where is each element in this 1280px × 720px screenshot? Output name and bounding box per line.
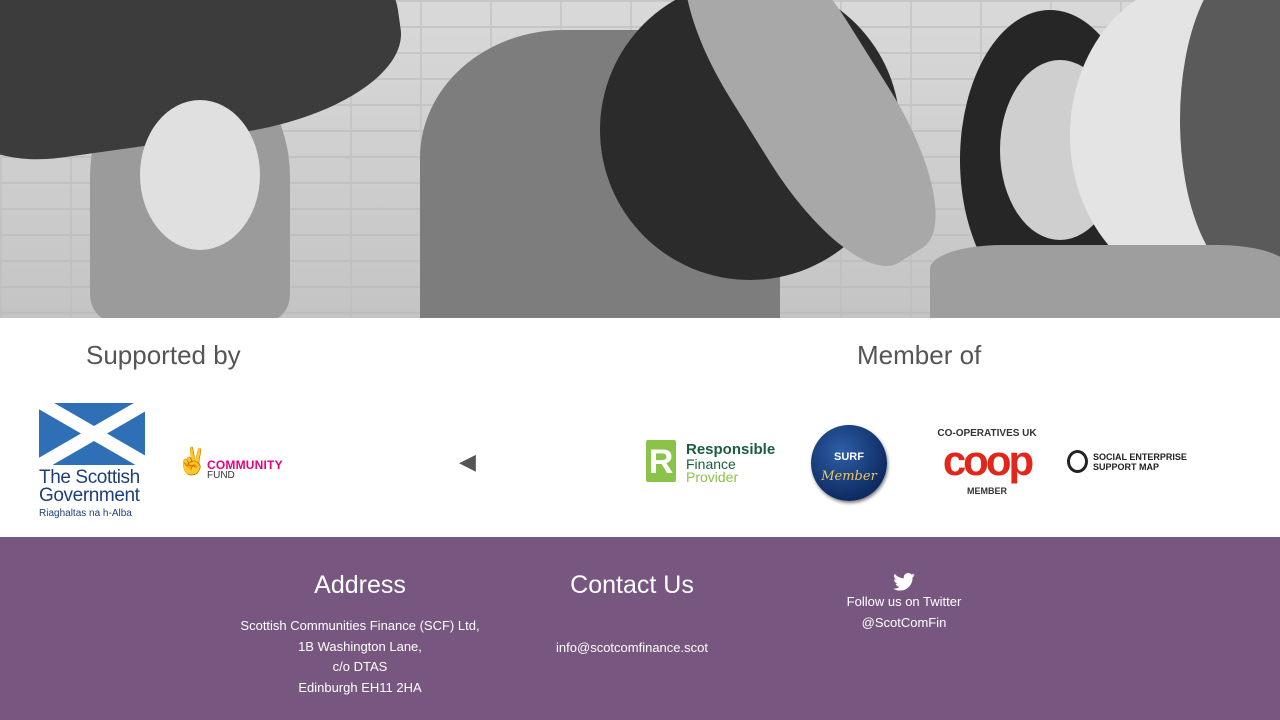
address-column: Address Scottish Communities Finance (SC…: [220, 571, 500, 699]
sesm-ring-icon: [1067, 450, 1088, 473]
social-enterprise-support-map-logo[interactable]: SOCIAL ENTERPRISE SUPPORT MAP: [1067, 450, 1191, 474]
address-line: Edinburgh EH11 2HA: [298, 680, 422, 696]
surf-line2: Member: [821, 469, 877, 484]
scottish-government-logo[interactable]: The Scottish Government Riaghaltas na h-…: [39, 403, 145, 519]
person-left-face: [140, 100, 260, 250]
twitter-icon[interactable]: [893, 573, 915, 591]
sesm-line2: SUPPORT MAP: [1093, 462, 1160, 472]
supported-by-heading: Supported by: [86, 340, 241, 370]
scottish-gov-line3: Riaghaltas na h-Alba: [39, 508, 132, 519]
contact-column: Contact Us info@scotcomfinance.scot: [532, 571, 732, 655]
twitter-column: Follow us on Twitter @ScotComFin: [804, 573, 1004, 633]
surf-member-logo[interactable]: SURF Member: [811, 425, 887, 501]
rfp-line3: Provider: [686, 469, 739, 485]
hero-image: [0, 0, 1280, 318]
community-fund-line2: FUND: [207, 470, 235, 481]
community-fund-logo[interactable]: ✌ COMMUNITY FUND: [176, 444, 288, 482]
surf-line1: SURF: [834, 451, 864, 463]
coop-line2: coop: [942, 437, 1034, 484]
contact-email-link[interactable]: info@scotcomfinance.scot: [532, 640, 732, 655]
contact-heading: Contact Us: [570, 571, 694, 599]
crossed-fingers-icon: ✌: [176, 446, 209, 476]
responsible-finance-r-icon: R: [646, 440, 676, 482]
address-heading: Address: [314, 571, 406, 599]
responsible-finance-logo[interactable]: R Responsible Finance Provider: [646, 440, 775, 485]
sesm-line1: SOCIAL ENTERPRISE: [1093, 452, 1187, 462]
sweater: [930, 245, 1280, 318]
coop-member-logo[interactable]: CO-OPERATIVES UK coop MEMBER: [926, 428, 1048, 498]
member-of-heading: Member of: [857, 340, 982, 370]
footer: Address Scottish Communities Finance (SC…: [0, 537, 1280, 720]
twitter-handle-link[interactable]: @ScotComFin: [804, 612, 1004, 633]
twitter-follow-link[interactable]: Follow us on Twitter: [804, 591, 1004, 612]
saltire-flag-icon: [39, 403, 145, 465]
scottish-gov-line2: Government: [39, 485, 140, 506]
address-line: c/o DTAS: [332, 659, 388, 675]
address-line: Scottish Communities Finance (SCF) Ltd,: [240, 618, 480, 633]
carousel-prev-arrow-icon[interactable]: ◀: [459, 450, 476, 474]
coop-line3: MEMBER: [967, 486, 1007, 496]
address-line: 1B Washington Lane,: [298, 638, 422, 654]
